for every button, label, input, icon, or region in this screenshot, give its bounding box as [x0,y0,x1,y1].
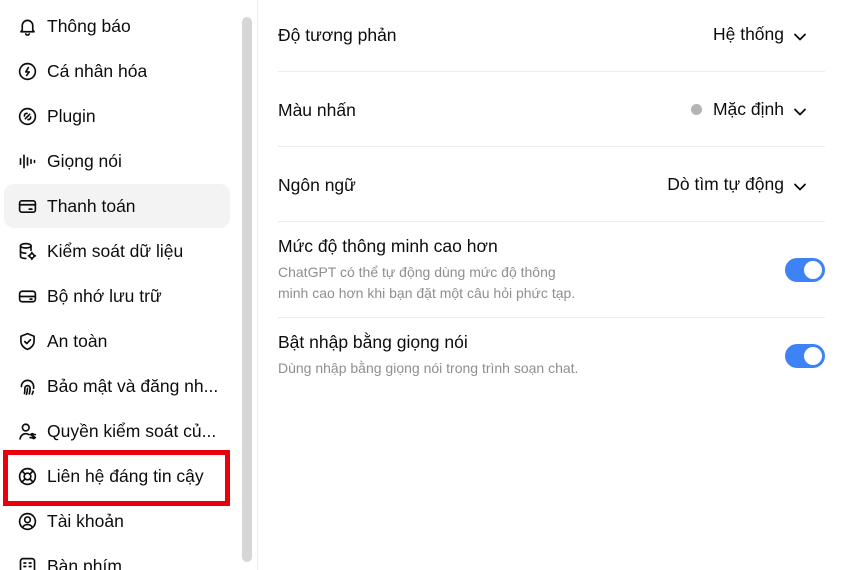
settings-content: Độ tương phản Hệ thống Màu nhấn Mặc định… [278,0,825,570]
user-controls-icon [16,420,38,442]
sidebar-item-personalization[interactable]: Cá nhân hóa [4,49,230,93]
sidebar-item-label: Thanh toán [47,195,136,216]
contrast-value: Hệ thống [712,24,784,44]
accent-value: Mặc định [712,99,784,119]
language-label: Ngôn ngữ [278,175,356,195]
chevron-down-icon [793,103,807,117]
sidebar-item-safety[interactable]: An toàn [4,319,230,363]
accent-label: Màu nhấn [278,100,356,120]
setting-row-smarter: Mức độ thông minh cao hơn ChatGPT có thể… [278,222,825,318]
setting-row-contrast: Độ tương phản Hệ thống [278,0,825,72]
sidebar-item-label: An toàn [47,330,108,351]
lifebuoy-icon [16,465,38,487]
sidebar-scrollbar[interactable] [242,17,252,562]
contrast-label: Độ tương phản [278,25,397,45]
smarter-description-line1: ChatGPT có thể tự động dùng mức độ thông [278,264,556,280]
accent-color-dot [690,104,702,115]
toggle-knob [804,261,822,279]
voice-waveform-icon [16,150,38,172]
chevron-down-icon [793,178,807,192]
voice-input-description: Dùng nhập bằng giọng nói trong trình soạ… [278,360,579,376]
setting-row-accent: Màu nhấn Mặc định [278,72,825,147]
sidebar-divider [257,0,258,570]
voice-input-toggle[interactable] [785,344,825,368]
toggle-knob [804,347,822,365]
settings-sidebar: Thông báo Cá nhân hóa Plugin Giọng nói T [0,0,240,570]
sidebar-item-label: Quyền kiểm soát củ... [47,420,217,441]
sidebar-item-label: Bộ nhớ lưu trữ [47,285,162,306]
storage-drive-icon [16,285,38,307]
contrast-dropdown[interactable]: Hệ thống [713,24,807,45]
language-dropdown[interactable]: Dò tìm tự động [667,174,807,195]
sidebar-item-voice[interactable]: Giọng nói [4,139,230,183]
keyboard-icon [16,555,38,570]
sidebar-item-plugin[interactable]: Plugin [4,94,230,138]
sidebar-item-label: Plugin [47,105,96,126]
voice-input-label: Bật nhập bằng giọng nói [278,332,468,352]
language-value: Dò tìm tự động [667,174,784,194]
shield-check-icon [16,330,38,352]
database-gear-icon [16,240,38,262]
setting-row-voice-input: Bật nhập bằng giọng nói Dùng nhập bằng g… [278,318,825,398]
sidebar-item-billing[interactable]: Thanh toán [4,184,230,228]
bell-icon [16,15,38,37]
sidebar-item-data-controls[interactable]: Kiểm soát dữ liệu [4,229,230,273]
sidebar-item-label: Thông báo [47,15,131,36]
sidebar-item-notifications[interactable]: Thông báo [4,4,230,48]
sidebar-item-label: Bàn phím [47,555,122,570]
plugin-icon [16,105,38,127]
sidebar-item-account[interactable]: Tài khoản [4,499,230,543]
sidebar-item-trusted-contact[interactable]: Liên hệ đáng tin cậy [4,454,230,498]
smarter-description-line2: minh cao hơn khi bạn đặt một câu hỏi phứ… [278,285,576,301]
smarter-label: Mức độ thông minh cao hơn [278,236,498,256]
sidebar-item-label: Giọng nói [47,150,122,171]
setting-row-language: Ngôn ngữ Dò tìm tự động [278,147,825,222]
account-circle-icon [16,510,38,532]
chevron-down-icon [793,28,807,42]
fingerprint-icon [16,375,38,397]
sidebar-item-parental-controls[interactable]: Quyền kiểm soát củ... [4,409,230,453]
sidebar-item-storage[interactable]: Bộ nhớ lưu trữ [4,274,230,318]
sidebar-item-keyboard[interactable]: Bàn phím [4,544,230,570]
sidebar-item-security-login[interactable]: Bảo mật và đăng nh... [4,364,230,408]
sidebar-item-label: Liên hệ đáng tin cậy [47,465,204,486]
accent-dropdown[interactable]: Mặc định [690,99,807,120]
sidebar-item-label: Kiểm soát dữ liệu [47,240,184,261]
settings-window: Thông báo Cá nhân hóa Plugin Giọng nói T [0,0,847,570]
sidebar-item-label: Tài khoản [47,510,124,531]
sidebar-item-label: Cá nhân hóa [47,60,148,81]
smarter-toggle[interactable] [785,258,825,282]
personalization-icon [16,60,38,82]
credit-card-icon [16,195,38,217]
sidebar-item-label: Bảo mật và đăng nh... [47,375,219,396]
